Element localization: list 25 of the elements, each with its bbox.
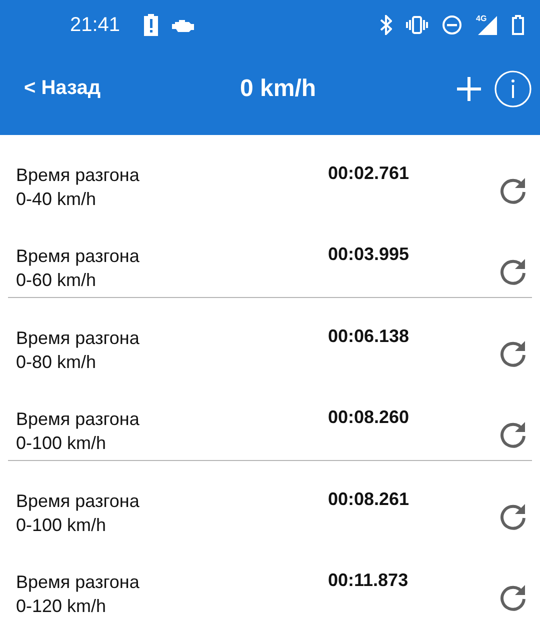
engine-icon [172,18,194,32]
acceleration-time: 00:08.261 [328,489,410,511]
bluetooth-icon [380,15,392,35]
acceleration-label: Время разгона 0-100 km/h [16,408,140,455]
acceleration-time: 00:03.995 [328,244,410,266]
do-not-disturb-icon [442,15,462,35]
back-link[interactable]: < Назад [24,77,101,100]
acceleration-label: Время разгона 0-120 km/h [16,571,140,618]
screen-title: 0 km/h [240,74,316,102]
info-button[interactable] [494,70,532,108]
acceleration-label: Время разгона 0-80 km/h [16,327,140,374]
acceleration-label: Время разгона 0-40 km/h [16,164,140,211]
battery-alert-icon [144,14,158,36]
vibrate-icon [406,16,428,34]
acceleration-time: 00:06.138 [328,326,410,348]
signal-icon [476,15,498,35]
add-button[interactable] [456,76,482,102]
acceleration-label: Время разгона 0-100 km/h [16,490,140,537]
status-time: 21:41 [70,14,120,36]
battery-icon [512,15,524,35]
acceleration-time: 00:02.761 [328,163,410,185]
acceleration-time: 00:11.873 [328,570,410,592]
acceleration-label: Время разгона 0-60 km/h [16,245,140,292]
acceleration-time: 00:08.260 [328,407,410,429]
network-type: 4G [476,14,487,23]
